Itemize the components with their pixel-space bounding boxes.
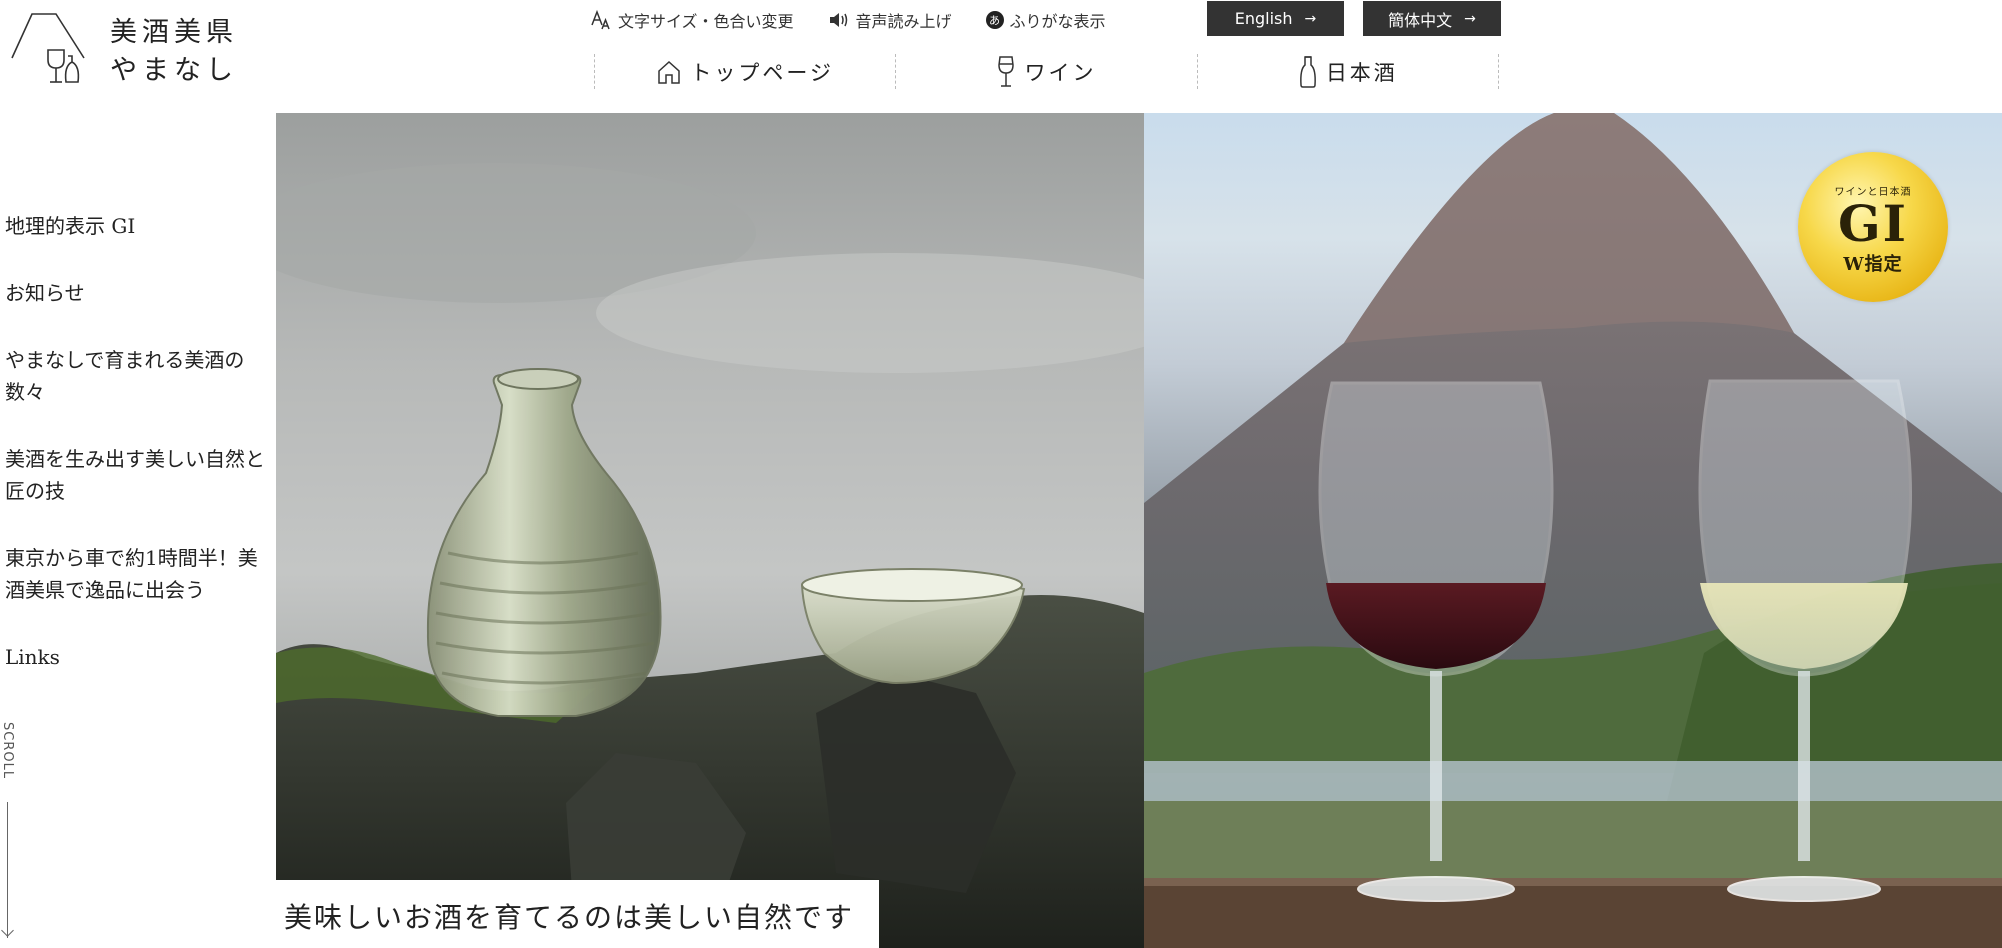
- sake-scene-illustration: [276, 163, 1144, 948]
- utility-bar: 文字サイズ・色合い変更 音声読み上げ あ ふりがな表示: [590, 5, 1140, 35]
- english-button[interactable]: English →: [1207, 1, 1344, 36]
- read-aloud-label: 音声読み上げ: [855, 12, 952, 31]
- speaker-icon: [828, 11, 850, 29]
- gi-designation-badge: ワインと日本酒 GI W指定: [1798, 152, 1948, 302]
- scroll-down-arrow-icon: [1, 924, 14, 937]
- scroll-label: SCROLL: [0, 722, 15, 780]
- side-nav-gi[interactable]: 地理的表示 GI: [5, 210, 267, 242]
- read-aloud-link[interactable]: 音声読み上げ: [828, 8, 952, 32]
- side-nav-nature[interactable]: 美酒を生み出す美しい自然と匠の技: [5, 443, 267, 507]
- chinese-button[interactable]: 簡体中文 →: [1363, 1, 1501, 36]
- arrow-right-icon: →: [1304, 10, 1317, 27]
- chinese-label: 簡体中文: [1388, 10, 1453, 30]
- nav-sake-label: 日本酒: [1325, 60, 1398, 85]
- side-nav-news[interactable]: お知らせ: [5, 277, 267, 309]
- scroll-line: [7, 802, 8, 938]
- logo-line-1: 美酒美県: [110, 17, 238, 48]
- scroll-indicator[interactable]: SCROLL: [0, 722, 20, 948]
- hero-caption: 美味しいお酒を育てるのは美しい自然です: [276, 880, 879, 948]
- side-nav-liquors[interactable]: やまなしで育まれる美酒の数々: [5, 344, 267, 408]
- nav-wine[interactable]: ワイン: [895, 54, 1196, 89]
- site-logo[interactable]: 美酒美県 やまなし: [10, 10, 260, 90]
- text-size-color-label: 文字サイズ・色合い変更: [618, 12, 794, 31]
- gi-badge-sub-text: W指定: [1843, 253, 1903, 275]
- gi-badge-main-text: GI: [1837, 193, 1909, 253]
- text-size-color-link[interactable]: 文字サイズ・色合い変更: [590, 8, 794, 32]
- hero-visual: [276, 113, 2002, 948]
- font-size-icon: [590, 9, 612, 31]
- arrow-right-icon: →: [1464, 10, 1476, 27]
- global-nav: トップページ ワイン 日本酒: [594, 54, 1499, 89]
- side-nav-links[interactable]: Links: [5, 641, 267, 673]
- nav-sake[interactable]: 日本酒: [1196, 54, 1499, 89]
- wine-glass-icon: [998, 55, 1015, 87]
- nav-top-page-label: トップページ: [690, 60, 834, 85]
- furigana-label: ふりがな表示: [1009, 12, 1106, 31]
- nav-top-page[interactable]: トップページ: [594, 54, 895, 89]
- sake-bottle-icon: [1299, 55, 1316, 88]
- furigana-link[interactable]: あ ふりがな表示: [985, 8, 1106, 32]
- nav-wine-label: ワイン: [1024, 60, 1097, 85]
- logo-mark-icon: [11, 13, 85, 83]
- side-nav-access[interactable]: 東京から車で約1時間半！美酒美県で逸品に出会う: [5, 542, 267, 606]
- furigana-icon: あ: [985, 11, 1004, 29]
- side-nav: 地理的表示 GI お知らせ やまなしで育まれる美酒の数々 美酒を生み出す美しい自…: [5, 210, 267, 673]
- logo-text: 美酒美県 やまなし: [110, 14, 238, 90]
- logo-line-2: やまなし: [110, 55, 238, 86]
- house-icon: [658, 60, 681, 84]
- hero-image-sake: [276, 113, 1144, 948]
- english-label: English: [1234, 9, 1293, 28]
